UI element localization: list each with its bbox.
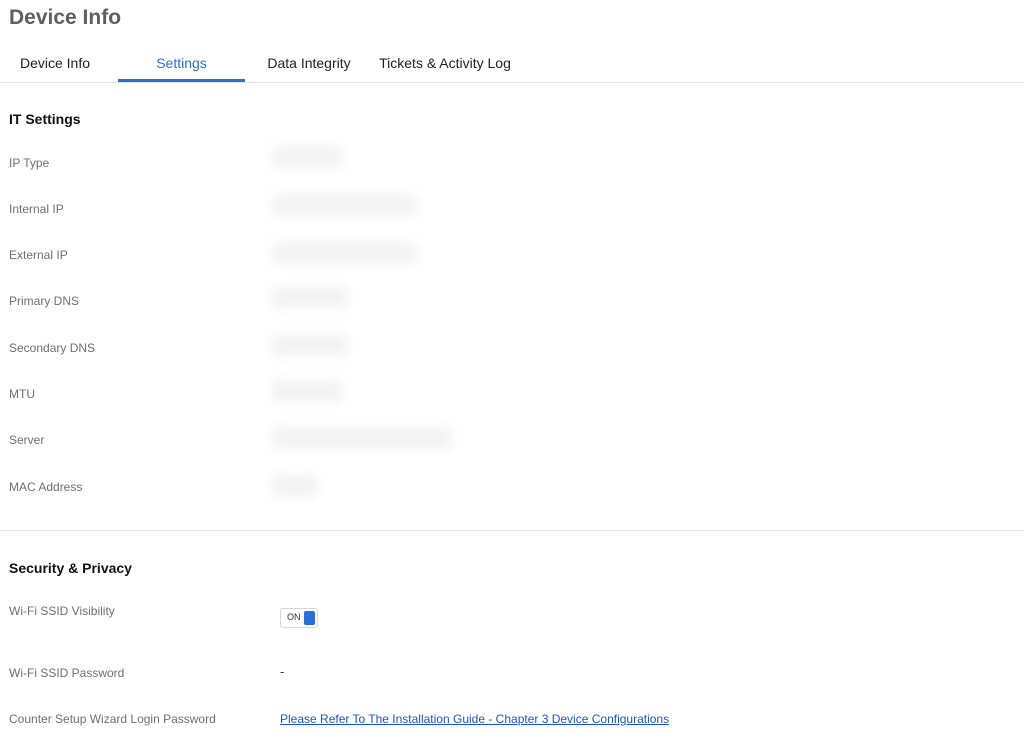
section-divider (0, 530, 1024, 531)
primary-dns-value-redacted (272, 286, 347, 308)
ssid-visibility-toggle[interactable]: ON (280, 608, 318, 628)
tab-bar: Device Info Settings Data Integrity Tick… (0, 46, 1024, 83)
external-ip-value-redacted (272, 242, 417, 264)
tab-device-info[interactable]: Device Info (10, 46, 100, 80)
tab-tickets-activity-log[interactable]: Tickets & Activity Log (376, 46, 514, 80)
ssid-password-value: - (280, 664, 285, 679)
mac-address-value-redacted (272, 475, 317, 497)
secondary-dns-label: Secondary DNS (9, 341, 96, 355)
server-label: Server (9, 433, 45, 447)
installation-guide-link[interactable]: Please Refer To The Installation Guide -… (280, 712, 669, 726)
security-privacy-title: Security & Privacy (9, 560, 132, 576)
mtu-value-redacted (272, 380, 342, 402)
it-settings-title: IT Settings (9, 111, 81, 127)
ssid-password-label: Wi-Fi SSID Password (9, 666, 125, 680)
primary-dns-label: Primary DNS (9, 294, 80, 308)
page-title: Device Info (9, 6, 122, 29)
ssid-visibility-label: Wi-Fi SSID Visibility (9, 604, 115, 618)
mtu-label: MTU (9, 387, 35, 401)
mac-address-label: MAC Address (9, 480, 83, 494)
secondary-dns-value-redacted (272, 334, 347, 356)
tab-settings[interactable]: Settings (118, 46, 245, 82)
counter-setup-password-label: Counter Setup Wizard Login Password (9, 712, 216, 726)
external-ip-label: External IP (9, 248, 68, 262)
ip-type-label: IP Type (9, 156, 50, 170)
internal-ip-value-redacted (272, 194, 417, 216)
toggle-knob (304, 611, 315, 625)
tab-data-integrity[interactable]: Data Integrity (262, 46, 356, 80)
server-value-redacted (272, 427, 452, 449)
internal-ip-label: Internal IP (9, 202, 64, 216)
ip-type-value-redacted (272, 146, 342, 168)
toggle-state-text: ON (287, 612, 301, 622)
